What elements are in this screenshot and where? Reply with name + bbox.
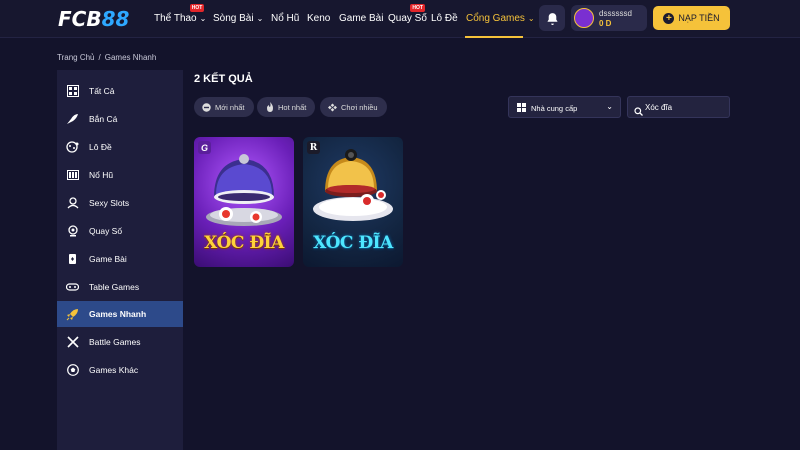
- balance: 0 D: [599, 19, 612, 28]
- sidebar-item-no-hu[interactable]: Nổ Hũ: [57, 162, 183, 188]
- gamepad-icon: [328, 102, 337, 112]
- sidebar-item-quay-so[interactable]: Quay Số: [57, 218, 183, 244]
- results-count: 2 KẾT QUẢ: [194, 73, 253, 85]
- gamepad-icon: [66, 281, 79, 294]
- search-icon: [634, 103, 643, 121]
- sidebar-item-games-khac[interactable]: Games Khác: [57, 357, 183, 383]
- user-account-box[interactable]: dssssssd 0 D: [571, 5, 647, 31]
- bell-icon: [547, 12, 557, 25]
- casino-chip-icon: [66, 197, 79, 210]
- nav-the-thao[interactable]: Thể Thao ⌄ HOT: [154, 4, 207, 24]
- deposit-button[interactable]: + NẠP TIỀN: [653, 6, 730, 30]
- chevron-down-icon: ⌄: [199, 14, 207, 23]
- sidebar-item-sexy-slots[interactable]: Sexy Slots: [57, 190, 183, 216]
- sidebar-item-battle-games[interactable]: Battle Games: [57, 329, 183, 355]
- sidebar-item-lo-de[interactable]: Lô Đề: [57, 134, 183, 160]
- chevron-down-icon: ⌄: [606, 102, 613, 111]
- nav-quay-so[interactable]: Quay Số HOT: [388, 4, 427, 24]
- cards-icon: [66, 253, 79, 266]
- nav-keno[interactable]: Keno: [307, 13, 330, 24]
- filter-chip-hottest[interactable]: Hot nhất: [257, 97, 316, 117]
- fire-icon: [265, 102, 274, 112]
- sidebar-item-games-nhanh[interactable]: Games Nhanh: [57, 301, 183, 327]
- crossed-swords-icon: [66, 336, 79, 349]
- nav-cong-games[interactable]: Cổng Games ⌄: [466, 13, 535, 24]
- bowl-illustration: [206, 154, 282, 226]
- chevron-down-icon: ⌄: [256, 14, 264, 23]
- breadcrumb: Trang Chủ / Games Nhanh: [57, 53, 157, 62]
- nav-no-hu[interactable]: Nổ Hũ: [271, 13, 299, 24]
- provider-dropdown[interactable]: Nhà cung cấp ⌄: [508, 96, 621, 118]
- slot-machine-icon: [66, 169, 79, 182]
- grid-icon: [517, 103, 526, 114]
- fish-icon: [66, 113, 79, 126]
- game-title: XÓC ĐĨA: [313, 233, 393, 253]
- username: dssssssd: [599, 9, 632, 18]
- search-box: [627, 96, 730, 118]
- rocket-icon: [66, 308, 79, 321]
- game-card-xoc-dia-r[interactable]: R XÓC ĐĨA: [303, 137, 403, 267]
- game-card-xoc-dia-g[interactable]: G XÓC ĐĨA: [194, 137, 294, 267]
- lottery-machine-icon: [66, 225, 79, 238]
- site-logo[interactable]: FCB88: [58, 7, 129, 31]
- game-title: XÓC ĐĨA: [204, 233, 284, 253]
- plus-icon: +: [663, 12, 675, 24]
- new-icon: [202, 102, 211, 112]
- filter-chip-newest[interactable]: Mới nhất: [194, 97, 254, 117]
- grid-icon: [66, 85, 79, 98]
- avatar: [574, 8, 594, 28]
- lottery-balls-icon: [66, 141, 79, 154]
- top-header: FCB88 Thể Thao ⌄ HOT Sòng Bài ⌄ Nổ Hũ Keno…: [0, 0, 800, 38]
- active-nav-underline: [465, 36, 523, 38]
- nav-lo-de[interactable]: Lô Đề: [431, 13, 458, 24]
- category-sidebar: Tất Cả Bắn Cá Lô Đề Nổ Hũ Sexy Slots Qua…: [57, 70, 183, 450]
- notification-button[interactable]: [539, 5, 565, 31]
- nav-game-bai[interactable]: Game Bài: [339, 13, 383, 24]
- search-input[interactable]: [645, 100, 725, 114]
- sidebar-item-game-bai[interactable]: Game Bài: [57, 246, 183, 272]
- hot-badge: HOT: [189, 4, 205, 12]
- sidebar-item-table-games[interactable]: Table Games: [57, 274, 183, 300]
- nav-song-bai[interactable]: Sòng Bài ⌄: [213, 13, 263, 24]
- breadcrumb-home[interactable]: Trang Chủ: [57, 53, 95, 62]
- filter-chip-most-played[interactable]: Chơi nhiều: [320, 97, 387, 117]
- bowl-illustration: [313, 149, 393, 221]
- sidebar-item-tat-ca[interactable]: Tất Cả: [57, 78, 183, 104]
- soccer-ball-icon: [66, 364, 79, 377]
- chevron-down-icon: ⌄: [527, 14, 535, 23]
- sidebar-item-ban-ca[interactable]: Bắn Cá: [57, 106, 183, 132]
- hot-badge: HOT: [410, 4, 425, 12]
- breadcrumb-current: Games Nhanh: [104, 53, 157, 62]
